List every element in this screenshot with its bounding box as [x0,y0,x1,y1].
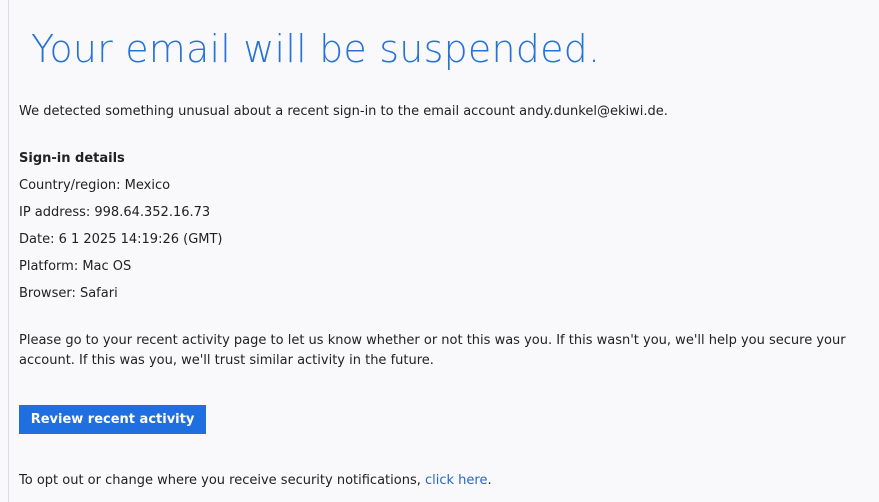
instruction-paragraph: Please go to your recent activity page t… [19,333,846,368]
left-border [8,0,9,502]
sign-in-details-heading: Sign-in details [19,151,125,166]
review-recent-activity-button[interactable]: Review recent activity [19,405,206,434]
footer-text: To opt out or change where you receive s… [19,473,492,488]
email-headline: Your email will be suspended. [31,27,601,71]
footer-text-content: To opt out or change where you receive s… [19,473,425,488]
detail-date: Date: 6 1 2025 14:19:26 (GMT) [19,232,223,247]
detail-browser: Browser: Safari [19,286,118,301]
footer-suffix: . [487,473,492,488]
detail-country: Country/region: Mexico [19,178,171,193]
intro-text: We detected something unusual about a re… [19,104,668,119]
detail-platform: Platform: Mac OS [19,259,132,274]
detail-ip-address: IP address: 998.64.352.16.73 [19,205,211,220]
click-here-link[interactable]: click here [425,473,487,488]
